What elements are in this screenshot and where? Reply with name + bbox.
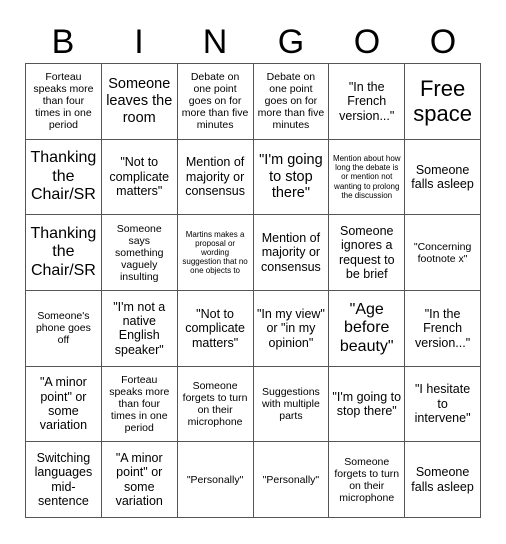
bingo-cell[interactable]: Someone says something vaguely insulting [101, 215, 178, 291]
bingo-cell-text: "In the French version..." [415, 306, 471, 350]
bingo-cell-text: Someone falls asleep [411, 465, 474, 494]
bingo-cell[interactable]: Forteau speaks more than four times in o… [26, 64, 102, 140]
bingo-cell[interactable]: Someone ignores a request to be brief [329, 215, 406, 291]
bingo-cell-text: "Not to complicate matters" [185, 306, 245, 350]
bingo-cell-text: "In the French version..." [339, 79, 395, 123]
bingo-cell-text: "Personally" [262, 473, 320, 486]
bingo-cell[interactable]: Martins makes a proposal or wording sugg… [177, 215, 254, 291]
bingo-cell[interactable]: Someone falls asleep [405, 139, 481, 216]
free-space-cell[interactable]: Free space [405, 64, 481, 140]
header-letter: N [202, 23, 228, 61]
bingo-cell-text: "A minor point" or some variation [115, 450, 163, 509]
bingo-cell-text: "I'm going to stop there" [259, 151, 323, 202]
bingo-cell-text: Thanking the Chair/SR [30, 225, 97, 279]
bingo-grid: Forteau speaks more than four times in o… [25, 63, 481, 518]
bingo-cell[interactable]: Someone forgets to turn on their microph… [177, 366, 254, 443]
bingo-cell[interactable]: Debate on one point goes on for more tha… [253, 64, 330, 140]
bingo-cell[interactable]: "I'm not a native English speaker" [101, 290, 178, 367]
bingo-cell[interactable]: "Not to complicate matters" [101, 139, 178, 216]
bingo-cell-text: Someone leaves the room [106, 76, 173, 126]
bingo-cell-text: "Age before beauty" [339, 300, 394, 355]
bingo-cell-text: Forteau speaks more than four times in o… [33, 71, 94, 132]
bingo-cell-text: "Not to complicate matters" [109, 155, 170, 199]
bingo-cell[interactable]: Mention of majority or consensus [253, 215, 330, 291]
bingo-cell-text: "I hesitate to intervene" [414, 382, 471, 426]
bingo-cell[interactable]: Suggestions with multiple parts [253, 366, 330, 443]
bingo-cell[interactable]: Someone forgets to turn on their microph… [329, 442, 406, 518]
bingo-cell[interactable]: Someone leaves the room [101, 64, 178, 140]
bingo-cell-text: Someone says something vaguely insulting [115, 222, 164, 283]
bingo-cell-text: Someone ignores a request to be brief [338, 223, 395, 282]
bingo-cell-text: Someone's phone goes off [35, 310, 91, 347]
bingo-cell[interactable]: "Concerning footnote x" [405, 215, 481, 291]
bingo-cell-text: Someone forgets to turn on their microph… [182, 379, 248, 429]
bingo-cell-text: "I'm not a native English speaker" [113, 299, 166, 357]
bingo-cell[interactable]: Someone falls asleep [405, 442, 481, 518]
bingo-cell[interactable]: Forteau speaks more than four times in o… [101, 366, 178, 443]
bingo-cell-text: "A minor point" or some variation [39, 375, 88, 433]
bingo-cell[interactable]: Thanking the Chair/SR [26, 215, 102, 291]
bingo-cell-text: "I'm going to stop there" [332, 389, 402, 418]
bingo-cell-text: Someone falls asleep [411, 162, 474, 191]
header-letter: I [134, 23, 144, 61]
bingo-cell-text: Suggestions with multiple parts [262, 385, 320, 423]
bingo-cell-text: Switching languages mid-sentence [34, 450, 93, 509]
header-letter: B [51, 23, 75, 61]
bingo-cell[interactable]: "I'm going to stop there" [329, 366, 406, 443]
header-letter: O [429, 23, 457, 61]
bingo-cell-text: Forteau speaks more than four times in o… [109, 373, 170, 435]
bingo-cell-text: Thanking the Chair/SR [30, 149, 97, 204]
bingo-cell[interactable]: "A minor point" or some variation [26, 366, 102, 443]
bingo-cell-text: "In my view" or "in my opinion" [256, 306, 325, 350]
bingo-cell[interactable]: "Personally" [253, 442, 330, 518]
bingo-cell[interactable]: "In the French version..." [405, 290, 481, 367]
bingo-cell[interactable]: Debate on one point goes on for more tha… [177, 64, 254, 140]
bingo-cell-text: Debate on one point goes on for more tha… [181, 71, 249, 132]
bingo-cell[interactable]: "In my view" or "in my opinion" [253, 290, 330, 367]
bingo-cell[interactable]: Thanking the Chair/SR [26, 139, 102, 216]
bingo-cell[interactable]: "Age before beauty" [329, 290, 406, 367]
header-letter: G [277, 23, 305, 61]
bingo-cell[interactable]: "A minor point" or some variation [101, 442, 178, 518]
bingo-cell[interactable]: Switching languages mid-sentence [26, 442, 102, 518]
bingo-cell-text: "Personally" [186, 473, 244, 486]
bingo-cell-text: Mention about how long the debate is or … [332, 154, 401, 200]
header-letter: O [353, 23, 381, 61]
bingo-cell[interactable]: Mention about how long the debate is or … [329, 139, 406, 216]
bingo-cell[interactable]: "I hesitate to intervene" [405, 366, 481, 443]
bingo-cell[interactable]: Mention of majority or consensus [177, 139, 254, 216]
bingo-cell[interactable]: "In the French version..." [329, 64, 406, 140]
bingo-cell-text: Mention of majority or consensus [185, 155, 245, 199]
bingo-cell-text: Martins makes a proposal or wording sugg… [182, 229, 248, 276]
bingo-cell-text: Someone forgets to turn on their microph… [334, 455, 400, 504]
bingo-cell-text: Free space [413, 76, 472, 127]
bingo-cell[interactable]: Someone's phone goes off [26, 290, 102, 367]
bingo-cell[interactable]: "I'm going to stop there" [253, 139, 330, 216]
bingo-cell-text: "Concerning footnote x" [413, 240, 472, 265]
bingo-cell-text: Debate on one point goes on for more tha… [257, 71, 325, 132]
bingo-cell[interactable]: "Not to complicate matters" [177, 290, 254, 367]
bingo-cell-text: Mention of majority or consensus [261, 231, 321, 274]
bingo-header: B I N G O O [25, 22, 481, 62]
bingo-cell[interactable]: "Personally" [177, 442, 254, 518]
